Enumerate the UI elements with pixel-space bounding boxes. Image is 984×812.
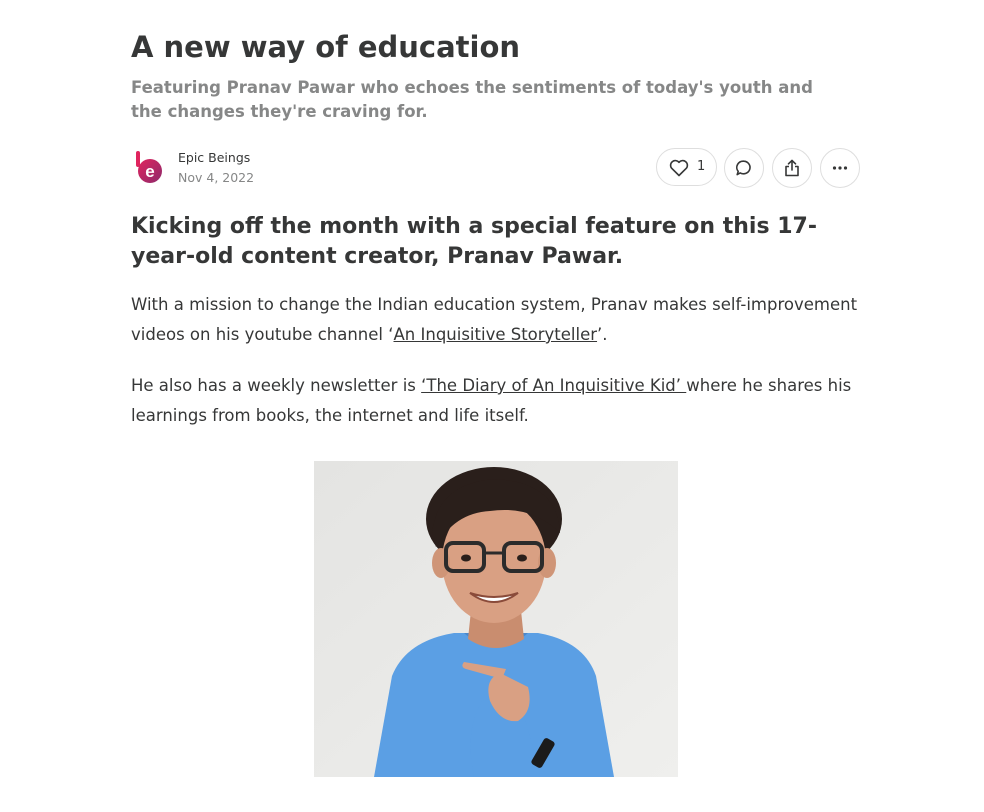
featured-photo[interactable]	[314, 461, 678, 777]
portrait-illustration	[314, 461, 678, 777]
author-name-link[interactable]: Epic Beings	[178, 150, 250, 166]
comment-button[interactable]	[724, 148, 764, 188]
logo-letter: e	[145, 162, 154, 181]
share-button[interactable]	[772, 148, 812, 188]
author-row: e Epic Beings Nov 4, 2022 1	[131, 146, 860, 188]
more-dots-icon	[832, 166, 848, 170]
post-date: Nov 4, 2022	[178, 170, 255, 185]
post-subtitle: Featuring Pranav Pawar who echoes the se…	[131, 78, 813, 121]
like-count: 1	[697, 159, 706, 174]
section-heading: Kicking off the month with a special fea…	[131, 214, 817, 269]
post-title: A new way of education	[131, 30, 521, 64]
author-avatar[interactable]: e	[135, 150, 165, 184]
heart-icon	[669, 159, 689, 177]
youtube-channel-link[interactable]: An Inquisitive Storyteller	[394, 325, 598, 344]
share-icon	[785, 159, 799, 177]
comment-bubble-icon	[735, 160, 751, 176]
epic-beings-logo-icon: e	[136, 151, 162, 183]
paragraph-channel: With a mission to change the Indian educ…	[131, 290, 860, 350]
paragraph-newsletter: He also has a weekly newsletter is ‘The …	[131, 371, 860, 431]
like-button[interactable]: 1	[656, 148, 717, 186]
more-options-button[interactable]	[820, 148, 860, 188]
newsletter-link[interactable]: ‘The Diary of An Inquisitive Kid’	[421, 376, 686, 395]
paragraph-text: ’.	[597, 325, 608, 344]
paragraph-text: He also has a weekly newsletter is	[131, 376, 422, 395]
